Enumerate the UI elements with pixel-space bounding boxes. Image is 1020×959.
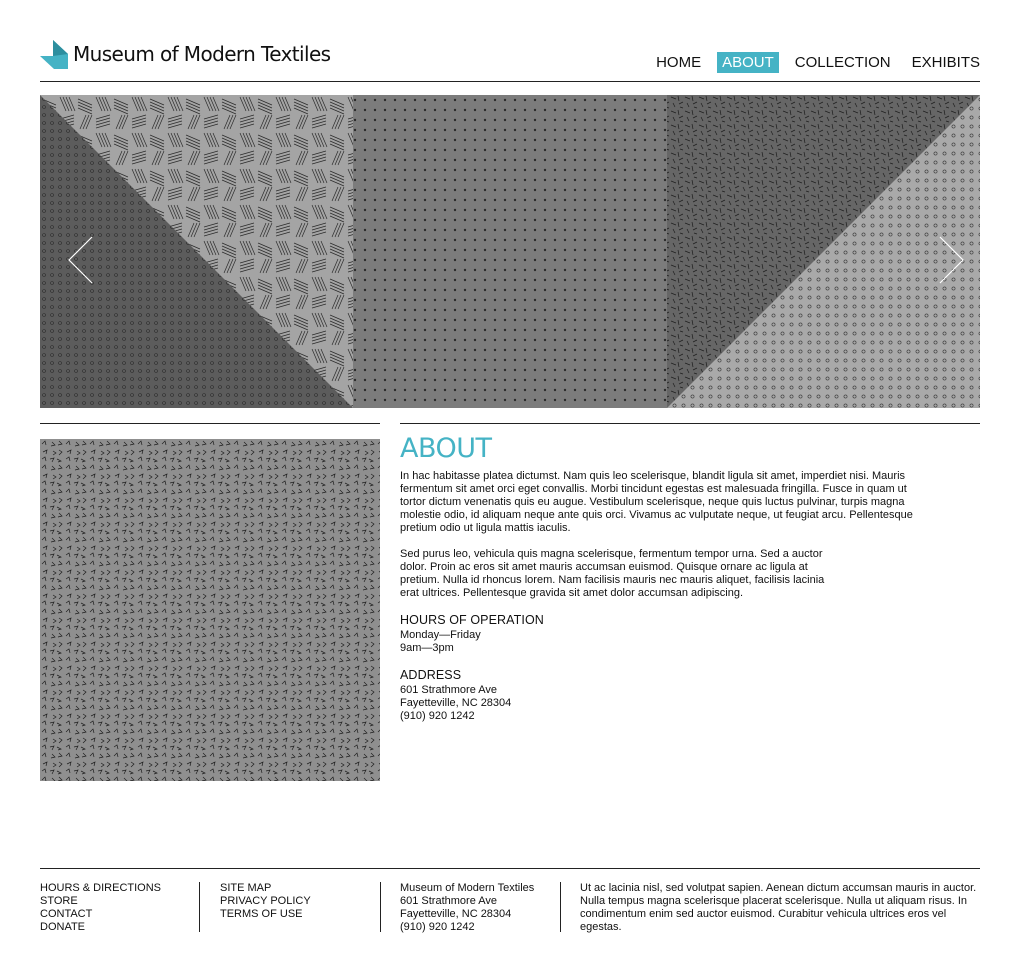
footer-phone: (910) 920 1242 [400,921,475,933]
site-title: Museum of Modern Textiles [73,42,331,66]
nav-about[interactable]: ABOUT [717,52,779,73]
footer-link-hours[interactable]: HOURS & DIRECTIONS [40,882,190,895]
nav-collection[interactable]: COLLECTION [790,52,896,73]
site-logo[interactable]: Museum of Modern Textiles [40,36,331,72]
about-paragraph-1: In hac habitasse platea dictumst. Nam qu… [400,470,913,534]
about-paragraph-2: Sed purus leo, vehicula quis magna scele… [400,548,825,599]
textile-sample-image [40,439,380,781]
footer-link-site-map[interactable]: SITE MAP [220,882,370,895]
hours-days: Monday—Friday [400,629,481,641]
site-header: Museum of Modern Textiles HOME ABOUT COL… [40,36,980,82]
hours-info: Monday—Friday 9am—3pm [400,629,960,655]
footer-museum-name: Museum of Modern Textiles [400,882,535,894]
footer-link-store[interactable]: STORE [40,895,190,908]
site-footer: HOURS & DIRECTIONS STORE CONTACT DONATE … [40,882,980,934]
sidebar-divider [40,423,380,424]
hours-heading: HOURS OF OPERATION [400,613,544,627]
footer-blurb: Ut ac lacinia nisl, sed volutpat sapien.… [580,882,977,933]
footer-column-divider [380,882,381,932]
address-phone: (910) 920 1242 [400,710,475,722]
content-divider [400,423,980,424]
footer-divider [40,868,980,869]
nav-home[interactable]: HOME [651,52,706,73]
hero-textile-image [40,95,980,408]
address-line-2: Fayetteville, NC 28304 [400,697,512,709]
footer-links-primary: HOURS & DIRECTIONS STORE CONTACT DONATE [40,882,190,934]
footer-link-donate[interactable]: DONATE [40,921,190,934]
main-nav: HOME ABOUT COLLECTION EXHIBITS [640,52,980,73]
chevron-left-icon[interactable] [66,235,96,285]
about-section: ABOUT In hac habitasse platea dictumst. … [400,434,960,736]
footer-links-legal: SITE MAP PRIVACY POLICY TERMS OF USE [220,882,370,921]
chevron-right-icon[interactable] [936,235,966,285]
hero-slider [40,95,980,408]
hours-time: 9am—3pm [400,642,454,654]
footer-address-line-2: Fayetteville, NC 28304 [400,908,512,920]
footer-column-divider [199,882,200,932]
nav-exhibits[interactable]: EXHIBITS [907,52,980,73]
folded-corner-logo-icon [40,40,68,69]
footer-link-contact[interactable]: CONTACT [40,908,190,921]
footer-link-terms[interactable]: TERMS OF USE [220,908,370,921]
footer-link-privacy[interactable]: PRIVACY POLICY [220,895,370,908]
address-info: 601 Strathmore Ave Fayetteville, NC 2830… [400,684,960,723]
page-title: ABOUT [400,433,492,464]
footer-address-line-1: 601 Strathmore Ave [400,895,498,907]
address-line-1: 601 Strathmore Ave [400,684,498,696]
footer-contact: Museum of Modern Textiles 601 Strathmore… [400,882,560,934]
address-heading: ADDRESS [400,668,462,682]
footer-column-divider [560,882,561,932]
